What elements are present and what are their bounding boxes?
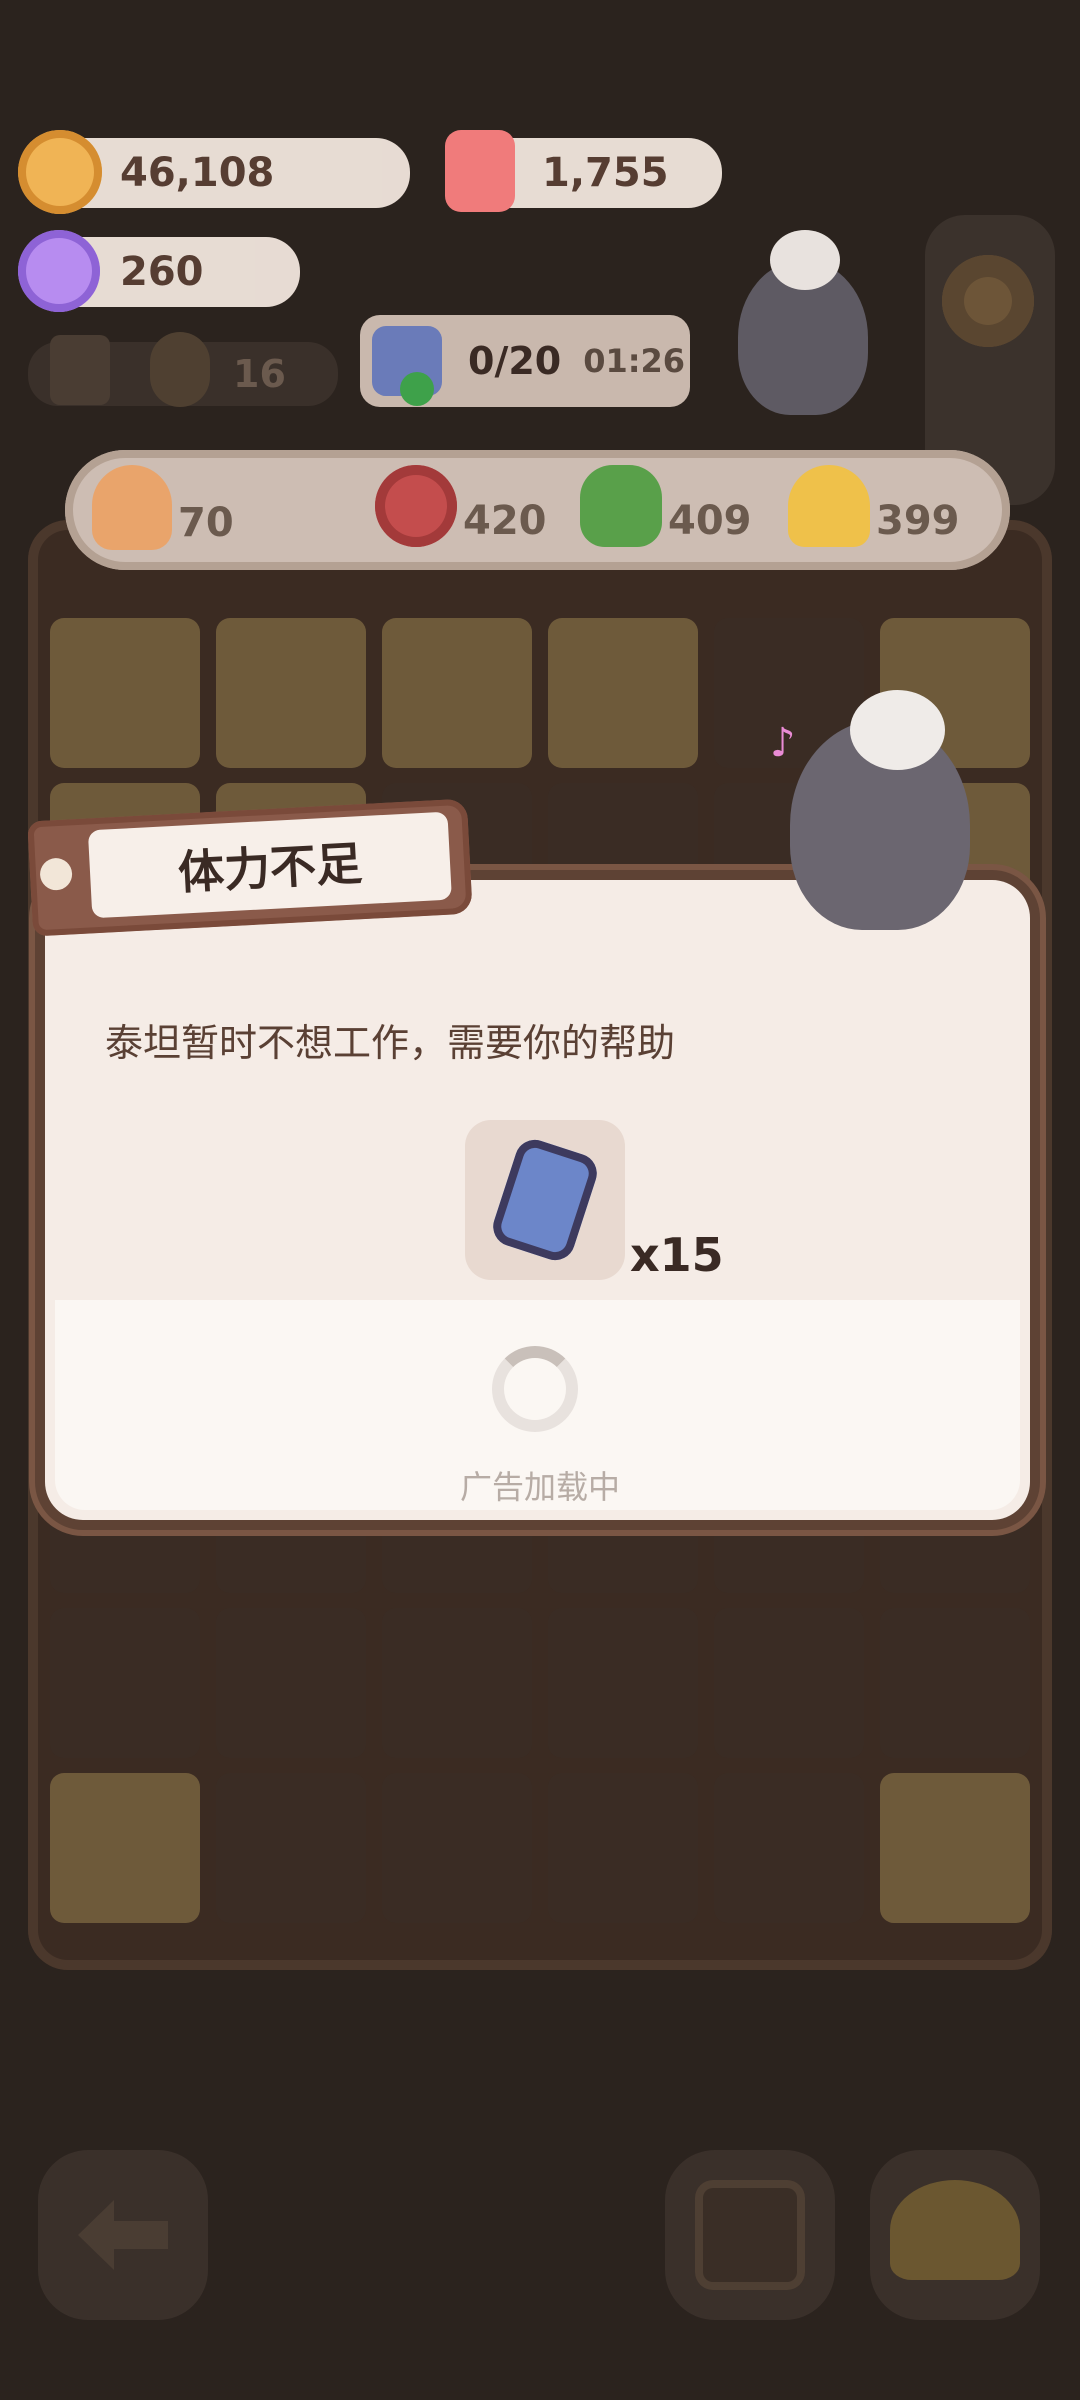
dialog-title-tag: 体力不足 bbox=[27, 798, 473, 937]
speaker-icon bbox=[50, 335, 110, 405]
cookie-count: 46,108 bbox=[120, 150, 275, 196]
helper-count: 16 bbox=[233, 352, 286, 396]
board-cell[interactable] bbox=[216, 1773, 366, 1923]
board-cell[interactable] bbox=[880, 1773, 1030, 1923]
board-cell[interactable] bbox=[50, 1773, 200, 1923]
board-cell[interactable] bbox=[50, 1608, 200, 1758]
add-energy-icon[interactable] bbox=[400, 372, 434, 406]
ad-loading-text: 广告加载中 bbox=[459, 1468, 620, 1506]
board-cell[interactable] bbox=[548, 1773, 698, 1923]
board-cell[interactable] bbox=[382, 1608, 532, 1758]
helmet-icon bbox=[890, 2180, 1020, 2280]
broccoli-icon bbox=[580, 465, 662, 547]
candle-icon bbox=[445, 130, 515, 212]
ingredient-feather[interactable]: 70 bbox=[92, 465, 234, 550]
oven-button[interactable] bbox=[665, 2150, 835, 2320]
board-cell[interactable] bbox=[50, 618, 200, 768]
oven-icon bbox=[695, 2180, 805, 2290]
meat-icon bbox=[375, 465, 457, 547]
feather-icon bbox=[92, 465, 172, 550]
back-button[interactable] bbox=[38, 2150, 208, 2320]
gem-icon bbox=[18, 230, 100, 312]
board-cell[interactable] bbox=[382, 1773, 532, 1923]
chef-hat-small bbox=[770, 230, 840, 290]
dialog-title: 体力不足 bbox=[87, 811, 452, 919]
board-cell[interactable] bbox=[714, 1608, 864, 1758]
energy-timer: 01:26 bbox=[583, 342, 686, 380]
dialog-message: 泰坦暂时不想工作，需要你的帮助 bbox=[105, 1021, 676, 1065]
cheese-icon bbox=[788, 465, 870, 547]
ingredient-meat[interactable]: 420 bbox=[375, 465, 547, 547]
gem-count: 260 bbox=[120, 249, 204, 295]
board-cell[interactable] bbox=[216, 1608, 366, 1758]
reward-quantity: x15 bbox=[630, 1228, 724, 1282]
battery-icon bbox=[488, 1134, 602, 1266]
reward-slot bbox=[465, 1120, 625, 1280]
loading-spinner-icon bbox=[492, 1346, 578, 1432]
board-cell[interactable] bbox=[548, 1608, 698, 1758]
chick-icon bbox=[150, 332, 210, 407]
music-note-icon: ♪ bbox=[770, 720, 796, 766]
board-cell[interactable] bbox=[216, 618, 366, 768]
board-cell[interactable] bbox=[548, 618, 698, 768]
tag-hole-icon bbox=[39, 857, 73, 891]
candle-count: 1,755 bbox=[542, 150, 669, 196]
board-cell[interactable] bbox=[382, 618, 532, 768]
back-arrow-icon bbox=[78, 2200, 168, 2270]
gear-icon[interactable] bbox=[942, 255, 1034, 347]
chef-hat bbox=[850, 690, 945, 770]
cookie-icon bbox=[18, 130, 102, 214]
ingredient-broccoli[interactable]: 409 bbox=[580, 465, 752, 547]
ingredient-cheese[interactable]: 399 bbox=[788, 465, 960, 547]
board-cell[interactable] bbox=[880, 1608, 1030, 1758]
energy-count: 0/20 bbox=[468, 339, 562, 383]
helmet-button[interactable] bbox=[870, 2150, 1040, 2320]
board-cell[interactable] bbox=[714, 1773, 864, 1923]
